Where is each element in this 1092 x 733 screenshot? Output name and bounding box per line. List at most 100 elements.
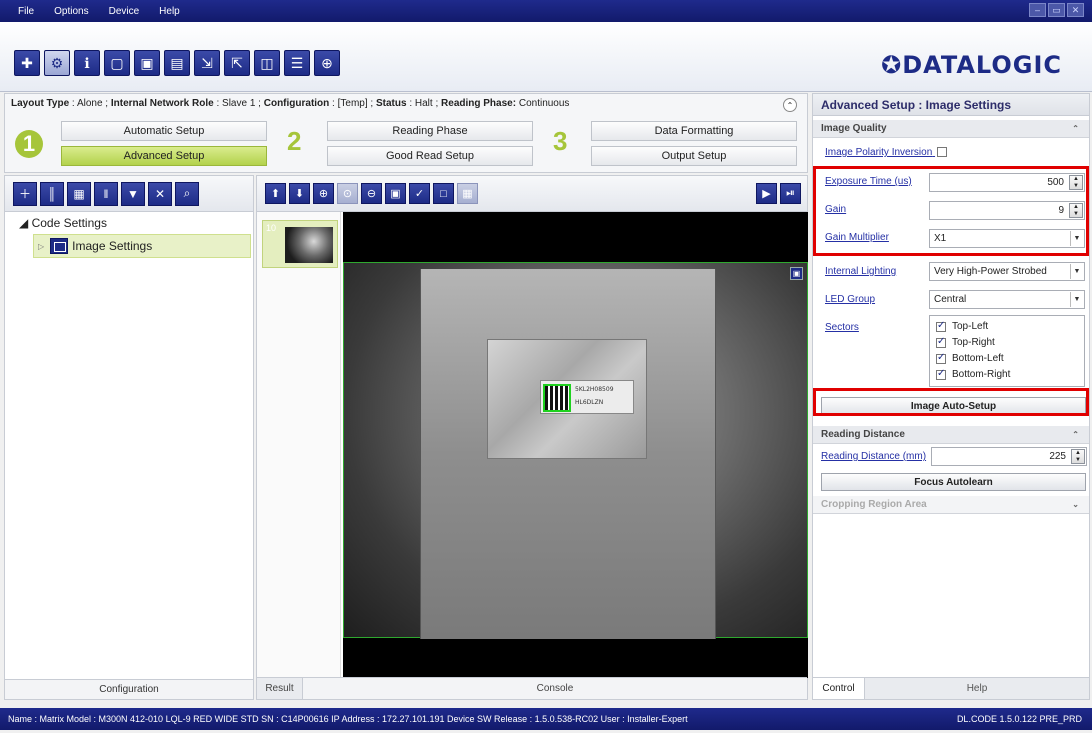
filter-icon[interactable]: ▼ bbox=[121, 181, 145, 206]
data-formatting-button[interactable]: Data Formatting bbox=[591, 121, 797, 141]
arrow-up-icon[interactable]: ⬆ bbox=[265, 183, 286, 204]
label-text: 5KL2H08509 HL6DLZN bbox=[575, 386, 614, 406]
check-icon[interactable]: ✓ bbox=[409, 183, 430, 204]
zoom-fit-icon[interactable]: ⊙ bbox=[337, 183, 358, 204]
crosshair-icon[interactable]: ✚ bbox=[14, 50, 40, 76]
chevron-down-icon: ▼ bbox=[1070, 264, 1083, 279]
roi-icon[interactable]: □ bbox=[433, 183, 454, 204]
main-toolbar: ✚ ⚙ ℹ ▢ ▣ ▤ ⇲ ⇱ ◫ ☰ ⊕ ✪DATALOGIC bbox=[0, 22, 1092, 92]
image-options-icon[interactable]: ▣ bbox=[790, 267, 803, 280]
internal-lighting-select[interactable]: Very High-Power Strobed ▼ bbox=[929, 262, 1085, 281]
menu-help[interactable]: Help bbox=[149, 6, 190, 17]
console-tab[interactable]: Console bbox=[303, 678, 807, 699]
arrow-down-icon[interactable]: ⬇ bbox=[289, 183, 310, 204]
internal-lighting-label[interactable]: Internal Lighting bbox=[825, 266, 896, 277]
settings-icon[interactable]: ⚙ bbox=[44, 50, 70, 76]
play-icon[interactable]: ▶ bbox=[756, 183, 777, 204]
menu-options[interactable]: Options bbox=[44, 6, 98, 17]
import-icon[interactable]: ⇱ bbox=[224, 50, 250, 76]
polarity-label[interactable]: Image Polarity Inversion bbox=[825, 147, 948, 158]
step-icon[interactable]: ⏯ bbox=[780, 183, 801, 204]
polarity-checkbox[interactable] bbox=[937, 147, 948, 158]
configuration-tab[interactable]: Configuration bbox=[5, 679, 253, 699]
sector-bottom-right[interactable]: Bottom-Right bbox=[936, 368, 1010, 380]
help-tab[interactable]: Help bbox=[865, 678, 1089, 699]
delete-icon[interactable]: ✕ bbox=[148, 181, 172, 206]
collapse-icon: ⌃ bbox=[1072, 430, 1079, 439]
info-icon[interactable]: ℹ bbox=[74, 50, 100, 76]
zoom-in-icon[interactable]: ⊕ bbox=[313, 183, 334, 204]
collapse-wizard-button[interactable]: ⌃ bbox=[783, 98, 797, 112]
cropping-region-section[interactable]: Cropping Region Area ⌄ bbox=[813, 496, 1089, 514]
result-console-tabs: Result Console bbox=[257, 677, 807, 699]
plastic-bag: 5KL2H08509 HL6DLZN bbox=[487, 339, 647, 459]
minimize-icon[interactable]: – bbox=[1029, 3, 1046, 17]
step-2-number: 2 bbox=[287, 126, 302, 156]
expand-icon: ⌄ bbox=[1072, 500, 1079, 509]
device-icon[interactable]: ◫ bbox=[254, 50, 280, 76]
sector-bottom-left[interactable]: Bottom-Left bbox=[936, 352, 1004, 364]
output-setup-button[interactable]: Output Setup bbox=[591, 146, 797, 166]
tree-image-settings[interactable]: ▷ Image Settings bbox=[33, 234, 251, 258]
close-icon[interactable]: ✕ bbox=[1067, 3, 1084, 17]
result-tab[interactable]: Result bbox=[257, 678, 303, 699]
carton-box: 5KL2H08509 HL6DLZN bbox=[420, 269, 716, 639]
step-1-number: 1 bbox=[15, 130, 43, 158]
software-version: DL.CODE 1.5.0.122 PRE_PRD bbox=[956, 714, 1082, 724]
sector-top-left[interactable]: Top-Left bbox=[936, 320, 988, 332]
led-group-label[interactable]: LED Group bbox=[825, 294, 875, 305]
image-quality-section[interactable]: Image Quality ⌃ bbox=[813, 120, 1089, 138]
reading-phase-button[interactable]: Reading Phase bbox=[327, 121, 533, 141]
decoded-code bbox=[543, 384, 571, 412]
save-image-icon[interactable]: ▣ bbox=[385, 183, 406, 204]
maximize-icon[interactable]: ▭ bbox=[1048, 3, 1065, 17]
thumbnail-image bbox=[285, 227, 333, 263]
sector-checkbox bbox=[936, 320, 946, 332]
datamatrix-icon[interactable]: ▦ bbox=[67, 181, 91, 206]
camera-image[interactable]: 5KL2H08509 HL6DLZN ▣ bbox=[343, 212, 808, 678]
sectors-list: Top-Left Top-Right Bottom-Left Bottom-Ri… bbox=[929, 315, 1085, 387]
sector-checkbox bbox=[936, 352, 946, 364]
good-read-setup-button[interactable]: Good Read Setup bbox=[327, 146, 533, 166]
configuration-panel: ＋ ║ ▦ ǁ ▼ ✕ ⌕ ◢ Code Settings ▷ Image Se… bbox=[4, 175, 254, 700]
image-frame: 5KL2H08509 HL6DLZN ▣ bbox=[343, 262, 808, 639]
control-tab[interactable]: Control bbox=[813, 678, 865, 699]
barcode-icon[interactable]: ║ bbox=[40, 181, 64, 206]
add-code-icon[interactable]: ＋ bbox=[13, 181, 37, 206]
export-icon[interactable]: ⇲ bbox=[194, 50, 220, 76]
monitor-settings-icon[interactable]: ▤ bbox=[164, 50, 190, 76]
target-icon[interactable]: ⊕ bbox=[314, 50, 340, 76]
highlight-box-exposure bbox=[813, 166, 1089, 256]
sectors-label[interactable]: Sectors bbox=[825, 322, 859, 333]
menu-bar: File Options Device Help – ▭ ✕ bbox=[0, 0, 1092, 22]
image-icon bbox=[50, 238, 69, 254]
sector-top-right[interactable]: Top-Right bbox=[936, 336, 995, 348]
postal-code-icon[interactable]: ǁ bbox=[94, 181, 118, 206]
reading-distance-label[interactable]: Reading Distance (mm) bbox=[821, 451, 926, 462]
window-icon[interactable]: ▢ bbox=[104, 50, 130, 76]
chevron-down-icon: ▼ bbox=[1070, 292, 1083, 307]
reading-distance-spinner[interactable]: ▲ ▼ bbox=[1071, 449, 1085, 464]
led-group-select[interactable]: Central ▼ bbox=[929, 290, 1085, 309]
focus-autolearn-button[interactable]: Focus Autolearn bbox=[821, 473, 1086, 491]
collapse-icon: ⌃ bbox=[1072, 124, 1079, 133]
automatic-setup-button[interactable]: Automatic Setup bbox=[61, 121, 267, 141]
tree-expand-icon[interactable]: ▷ bbox=[38, 242, 44, 251]
menu-file[interactable]: File bbox=[0, 6, 44, 17]
product-label: 5KL2H08509 HL6DLZN bbox=[540, 380, 634, 414]
reading-distance-section[interactable]: Reading Distance ⌃ bbox=[813, 426, 1089, 444]
datalogic-logo: ✪DATALOGIC bbox=[881, 51, 1062, 79]
monitor-icon[interactable]: ▣ bbox=[134, 50, 160, 76]
menu-device[interactable]: Device bbox=[99, 6, 150, 17]
advanced-setup-button[interactable]: Advanced Setup bbox=[61, 146, 267, 166]
configuration-toolbar: ＋ ║ ▦ ǁ ▼ ✕ ⌕ bbox=[5, 176, 253, 212]
grid-icon[interactable]: ▦ bbox=[457, 183, 478, 204]
image-thumbnail[interactable]: 10 bbox=[262, 220, 338, 268]
reading-distance-input[interactable]: 225 ▲ ▼ bbox=[931, 447, 1087, 466]
sector-checkbox bbox=[936, 336, 946, 348]
zoom-out-icon[interactable]: ⊖ bbox=[361, 183, 382, 204]
zoom-search-icon[interactable]: ⌕ bbox=[175, 181, 199, 206]
tree-code-settings[interactable]: ◢ Code Settings bbox=[19, 216, 107, 230]
image-thumbnails: 10 bbox=[257, 212, 341, 678]
network-icon[interactable]: ☰ bbox=[284, 50, 310, 76]
